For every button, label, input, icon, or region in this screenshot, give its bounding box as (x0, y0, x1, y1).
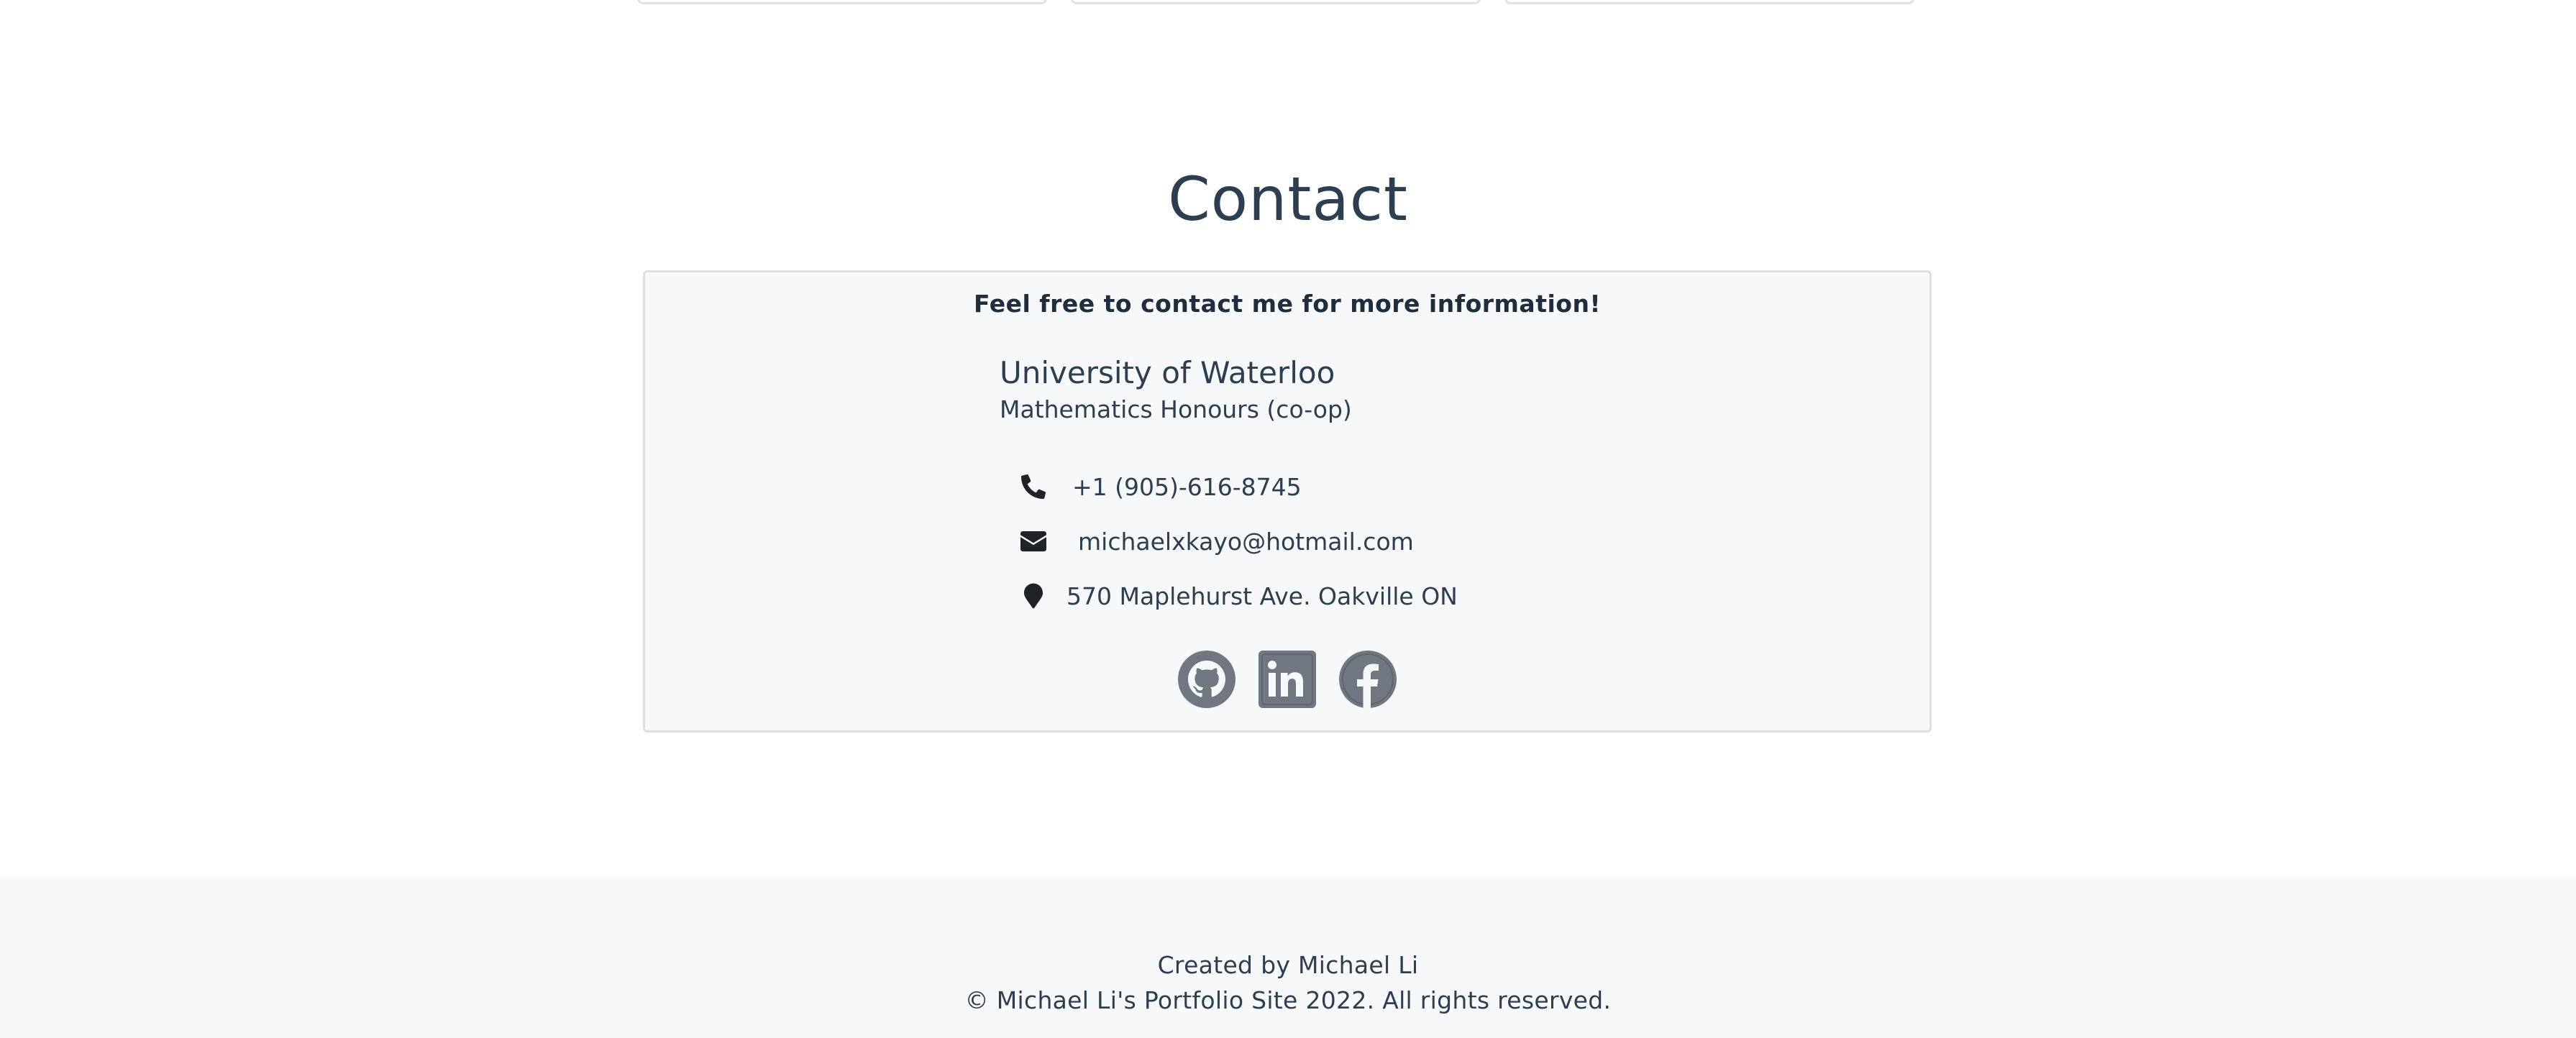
site-footer: Created by Michael Li © Michael Li's Por… (0, 877, 2576, 1038)
linkedin-link[interactable] (1258, 650, 1317, 709)
contact-item-address: 570 Maplehurst Ave. Oakville ON (1019, 569, 1666, 623)
social-links (645, 650, 1929, 709)
github-icon (1178, 651, 1236, 708)
contact-card: Feel free to contact me for more informa… (643, 270, 1932, 732)
contact-section-title: Contact (1168, 164, 1408, 234)
contact-details-list: +1 (905)-616-8745 michaelxkayo@hotmail.c… (1019, 459, 1666, 623)
linkedin-icon (1259, 651, 1316, 708)
top-cards-row (0, 0, 2576, 7)
education-info: University of Waterloo Mathematics Honou… (1000, 353, 1647, 426)
footer-copyright: © Michael Li's Portfolio Site 2022. All … (964, 986, 1612, 1014)
contact-item-phone: +1 (905)-616-8745 (1019, 459, 1666, 514)
map-marker-icon (1019, 582, 1048, 610)
contact-intro: Feel free to contact me for more informa… (974, 290, 1601, 318)
email-address[interactable]: michaelxkayo@hotmail.com (1078, 528, 1414, 556)
project-card-bottom-edge[interactable] (1504, 0, 1914, 4)
school-name: University of Waterloo (1000, 355, 1335, 390)
phone-number[interactable]: +1 (905)-616-8745 (1072, 473, 1302, 501)
program-name: Mathematics Honours (co-op) (1000, 395, 1352, 423)
facebook-icon (1339, 651, 1397, 708)
contact-item-email: michaelxkayo@hotmail.com (1019, 514, 1666, 569)
project-card-bottom-edge[interactable] (1071, 0, 1481, 4)
project-card-bottom-edge[interactable] (637, 0, 1047, 4)
phone-icon (1019, 472, 1048, 501)
github-link[interactable] (1177, 650, 1236, 709)
street-address: 570 Maplehurst Ave. Oakville ON (1067, 582, 1458, 610)
facebook-link[interactable] (1338, 650, 1397, 709)
envelope-icon (1019, 527, 1048, 556)
footer-credit: Created by Michael Li (1157, 951, 1419, 979)
